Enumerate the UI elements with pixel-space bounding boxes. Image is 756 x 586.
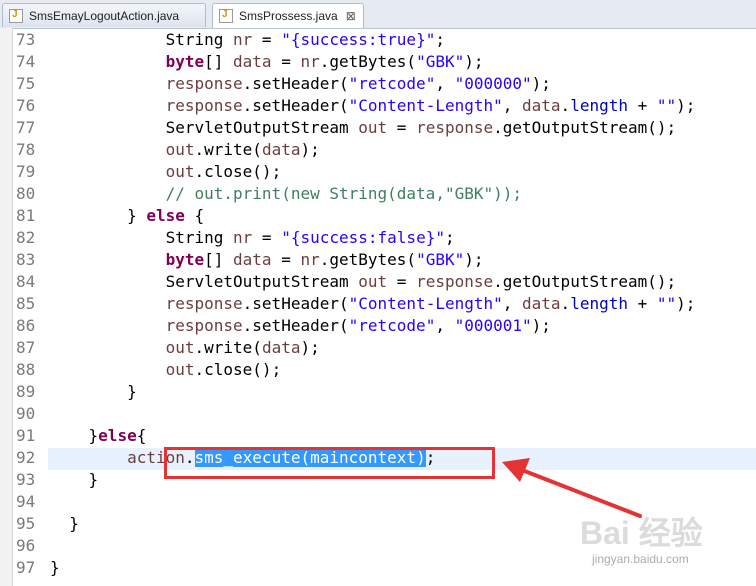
watermark-brand: Bai 经验 bbox=[580, 515, 703, 551]
annotation-arrow-icon bbox=[502, 458, 642, 518]
watermark-url: jingyan.baidu.com bbox=[592, 552, 689, 566]
watermark: Bai 经验 jingyan.baidu.com bbox=[580, 506, 756, 586]
